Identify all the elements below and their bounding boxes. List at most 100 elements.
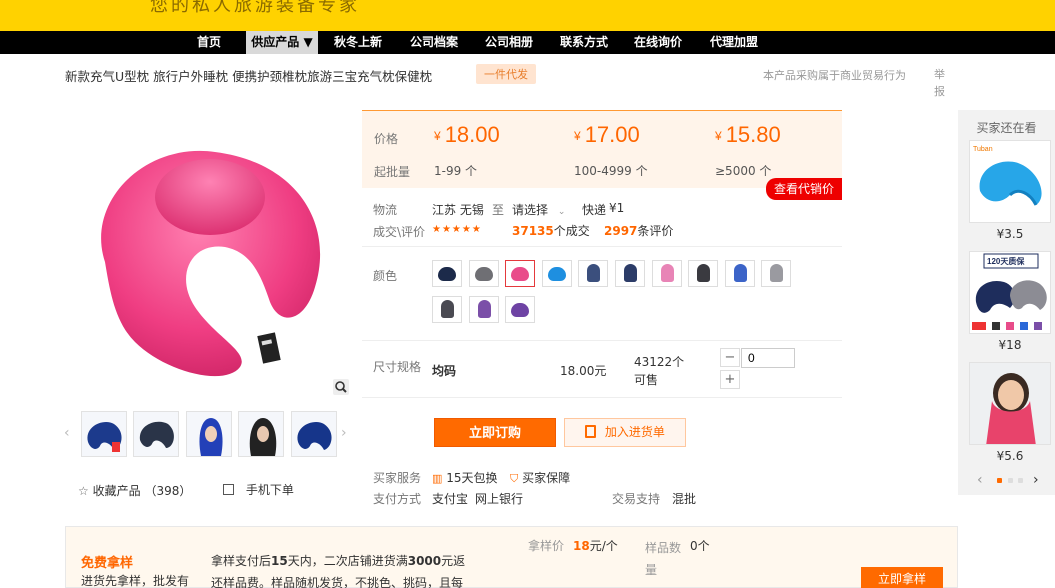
review-suffix: 条评价	[637, 224, 674, 238]
trade-note: 本产品采购属于商业贸易行为	[763, 69, 906, 82]
ship-to-word: 至	[492, 203, 505, 217]
calendar-icon: ▥	[432, 472, 443, 485]
favorite-label: 收藏产品	[92, 484, 141, 498]
thumb-image-4[interactable]	[238, 411, 284, 457]
recommend-panel: 买家还在看 Tuban ¥3.5 120天质保 ¥18 ¥5.6 ‹ ›	[958, 110, 1055, 495]
trade-support-value: 混批	[672, 492, 697, 506]
color-swatch-navy-hood[interactable]	[578, 260, 609, 287]
stock-available: 43122个可售	[634, 355, 685, 387]
thumbs-next-arrow[interactable]: ›	[341, 425, 347, 441]
color-swatch-black-hood[interactable]	[688, 260, 719, 287]
color-swatch-sky-pillow[interactable]	[541, 260, 572, 287]
recommend-next-arrow[interactable]: ›	[1033, 472, 1039, 488]
quantity-plus-button[interactable]: +	[720, 370, 740, 389]
carousel-dot[interactable]	[1018, 478, 1023, 483]
service-exchange[interactable]: ▥ 15天包换	[432, 469, 498, 486]
thumb-image-5[interactable]	[291, 411, 337, 457]
svg-text:120天质保: 120天质保	[987, 256, 1025, 266]
nav-agent[interactable]: 代理加盟	[704, 31, 764, 54]
quantity-minus-button[interactable]: −	[720, 348, 740, 367]
swatch-thumbnail	[438, 267, 456, 281]
shop-nav: 首页 供应产品 ▼ 秋冬上新 公司档案 公司相册 联系方式 在线询价 代理加盟	[0, 31, 1055, 54]
color-swatch-grey-pillow[interactable]	[468, 260, 499, 287]
free-sample-panel: 免费拿样 进货先拿样，批发有 拿样支付后15天内，二次店铺进货满3000元返 还…	[65, 526, 958, 588]
color-swatch-pink-hood[interactable]	[651, 260, 682, 287]
destination-select[interactable]: 请选择 ⌄	[512, 201, 565, 218]
recommend-item-3[interactable]	[969, 362, 1051, 445]
services-label: 买家服务	[373, 471, 422, 485]
sold-count: 37135	[512, 224, 554, 238]
nav-home[interactable]: 首页	[186, 31, 232, 54]
service-protection[interactable]: ⛉ 买家保障	[510, 469, 570, 486]
carousel-dot[interactable]	[1008, 478, 1013, 483]
mobile-order-button[interactable]: 手机下单	[223, 481, 294, 498]
sample-description: 拿样支付后15天内，二次店铺进货满3000元返 还样品费。样品随机发货，不挑色、…	[211, 554, 466, 588]
ship-from: 江苏 无锡	[432, 203, 484, 217]
color-swatch-dark-blue-hood[interactable]	[615, 260, 645, 287]
thumbs-prev-arrow[interactable]: ‹	[64, 425, 70, 441]
swatch-thumbnail	[624, 264, 637, 282]
dropship-badge: 一件代发	[476, 64, 536, 84]
main-product-image[interactable]	[65, 112, 355, 399]
sample-subtitle: 进货先拿样，批发有	[81, 574, 190, 588]
review-stat[interactable]: 2997条评价	[604, 222, 673, 239]
nav-inquiry[interactable]: 在线询价	[628, 31, 688, 54]
swatch-thumbnail	[547, 267, 566, 281]
recommend-title: 买家还在看	[976, 121, 1037, 135]
color-swatch-rose-pillow[interactable]	[505, 260, 536, 287]
sample-title: 免费拿样	[81, 556, 134, 571]
qty-tier-2: 100-4999 个	[574, 164, 648, 178]
color-swatch-purple-pillow[interactable]	[505, 296, 536, 323]
deals-label: 成交\评价	[373, 225, 426, 239]
sold-stat[interactable]: 37135个成交	[512, 222, 590, 239]
agent-price-button[interactable]: 查看代销价	[766, 178, 842, 200]
logistics-label: 物流	[373, 203, 398, 217]
color-swatch-charcoal-hood[interactable]	[432, 296, 462, 323]
nav-contact[interactable]: 联系方式	[554, 31, 614, 54]
size-value: 均码	[432, 364, 457, 378]
thumb-image-2[interactable]	[133, 411, 179, 457]
thumb-image-1[interactable]	[81, 411, 127, 457]
color-label: 颜色	[373, 269, 398, 283]
qr-code-icon	[223, 484, 234, 495]
nav-company-profile[interactable]: 公司档案	[404, 31, 464, 54]
divider	[362, 246, 842, 247]
swatch-thumbnail	[511, 303, 530, 317]
divider	[362, 397, 842, 398]
swatch-thumbnail	[474, 267, 493, 281]
swatch-thumbnail	[733, 264, 747, 282]
quantity-input[interactable]	[741, 348, 795, 368]
review-count: 2997	[604, 224, 638, 238]
recommend-item-2[interactable]: 120天质保	[969, 251, 1051, 334]
recommend-item-1[interactable]: Tuban	[969, 140, 1051, 223]
nav-products[interactable]: 供应产品 ▼	[246, 31, 318, 54]
price-box: 价格 起批量 ¥18.00 ¥17.00 ¥15.80 1-99 个 100-4…	[362, 110, 842, 188]
pay-netbank: 网上银行	[475, 492, 524, 506]
report-link[interactable]: 举报	[934, 66, 948, 100]
order-now-button[interactable]: 立即订购	[434, 418, 556, 447]
get-sample-button[interactable]: 立即拿样	[861, 567, 943, 588]
swatch-thumbnail	[587, 264, 601, 282]
nav-company-album[interactable]: 公司相册	[479, 31, 539, 54]
recommend-prev-arrow[interactable]: ‹	[977, 472, 983, 488]
color-swatch-navy-pillow[interactable]	[432, 260, 462, 287]
price-label: 价格	[374, 132, 399, 146]
color-swatch-royal-blue-hood[interactable]	[724, 260, 755, 287]
banner-slogan: 您的私人旅游装备专家	[150, 0, 360, 16]
carousel-dot-active[interactable]	[997, 478, 1002, 483]
zoom-icon[interactable]	[333, 379, 349, 395]
favorite-button[interactable]: ☆ 收藏产品 （398）	[78, 482, 191, 499]
sold-suffix: 个成交	[553, 224, 590, 238]
product-title: 新款充气U型枕 旅行户外睡枕 便携护颈椎枕旅游三宝充气枕保健枕	[65, 69, 433, 84]
color-swatch-light-grey-hood[interactable]	[761, 260, 792, 287]
chevron-down-icon: ⌄	[557, 207, 566, 217]
color-swatch-purple-hood[interactable]	[468, 296, 499, 323]
price-tier-3: ¥15.80	[715, 122, 781, 147]
swatch-thumbnail	[511, 267, 530, 281]
nav-autumn-winter[interactable]: 秋冬上新	[328, 31, 388, 54]
thumb-image-3[interactable]	[186, 411, 232, 457]
add-to-cart-button[interactable]: 加入进货单	[564, 418, 686, 447]
svg-text:Tuban: Tuban	[973, 146, 993, 153]
recommend-price-2: ¥18	[998, 338, 1022, 352]
service-protection-label: 买家保障	[522, 471, 571, 485]
